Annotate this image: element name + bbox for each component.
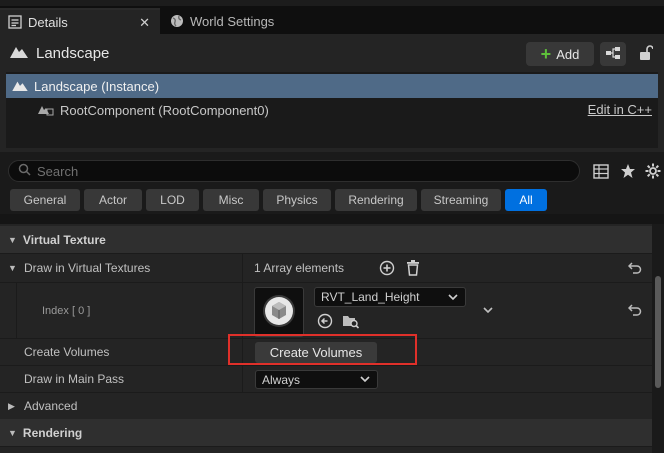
component-tree: Landscape (Instance) RootComponent (Root… [6, 72, 658, 148]
chevron-down-icon [359, 373, 371, 388]
tab-world-settings-label: World Settings [190, 13, 275, 29]
details-header: Landscape + Add Landscape (Instance) Roo… [0, 34, 664, 152]
component-instance-label: Landscape (Instance) [34, 78, 160, 94]
filter-all[interactable]: All [505, 189, 547, 211]
indent-guide [16, 283, 17, 338]
row-draw-in-main-pass: Draw in Main Pass Always [0, 365, 652, 392]
expand-chevron-icon[interactable] [479, 301, 497, 319]
array-count: 1 Array elements [254, 261, 345, 275]
reset-icon[interactable] [626, 259, 644, 277]
row-index-0: Index [ 0 ] RVT_Land_Height [0, 282, 652, 338]
browse-folder-icon[interactable] [342, 312, 360, 330]
filter-bar: General Actor LOD Misc Physics Rendering… [10, 189, 547, 211]
tab-world-settings[interactable]: World Settings [162, 8, 312, 34]
row-advanced[interactable]: ▶ Advanced [0, 392, 652, 419]
filter-physics[interactable]: Physics [263, 189, 331, 211]
trash-icon[interactable] [404, 259, 422, 277]
expanded-arrow-icon[interactable]: ▼ [8, 254, 17, 282]
highlight-box [228, 334, 417, 365]
globe-icon [170, 14, 184, 28]
column-splitter[interactable] [242, 283, 243, 338]
draw-main-pass-label: Draw in Main Pass [24, 372, 125, 386]
actor-title: Landscape [10, 44, 109, 62]
asset-thumbnail[interactable] [254, 287, 304, 337]
chevron-down-icon [447, 291, 459, 306]
filter-general[interactable]: General [10, 189, 80, 211]
actor-name: Landscape [36, 44, 110, 62]
blueprint-icon [605, 46, 621, 63]
advanced-label: Advanced [24, 399, 78, 413]
filter-rendering[interactable]: Rendering [335, 189, 417, 211]
search-icon [18, 163, 31, 179]
add-component-button[interactable]: + Add [526, 42, 594, 66]
tab-details[interactable]: Details ✕ [0, 8, 160, 34]
component-row-root[interactable]: RootComponent (RootComponent0) Edit in C… [6, 98, 658, 122]
asset-name: RVT_Land_Height [321, 290, 420, 304]
index-label: Index [ 0 ] [42, 304, 91, 317]
scrollbar[interactable] [652, 224, 664, 453]
column-splitter[interactable] [242, 366, 243, 392]
search-area: Search General Actor LOD Misc Physics Re… [0, 152, 664, 214]
category-rendering[interactable]: ▼ Rendering [0, 419, 652, 446]
scene-component-icon [38, 102, 54, 119]
tab-details-label: Details [28, 14, 68, 30]
unlock-icon [639, 44, 654, 64]
lock-button[interactable] [636, 44, 656, 64]
details-icon [8, 15, 22, 29]
draw-in-vt-label: Draw in Virtual Textures [24, 261, 151, 275]
star-icon[interactable] [619, 162, 637, 180]
filter-misc[interactable]: Misc [203, 189, 259, 211]
texture-asset-icon [262, 294, 296, 331]
create-volumes-label: Create Volumes [24, 345, 110, 359]
add-label: Add [556, 46, 580, 62]
component-root-label: RootComponent (RootComponent0) [60, 102, 269, 118]
search-placeholder: Search [37, 163, 79, 179]
expanded-arrow-icon: ▼ [8, 427, 17, 438]
add-element-icon[interactable] [378, 259, 396, 277]
collapsed-arrow-icon: ▶ [8, 400, 15, 411]
landscape-icon [12, 79, 28, 94]
gear-icon[interactable] [644, 162, 662, 180]
column-splitter[interactable] [242, 254, 243, 282]
row-partial [0, 446, 652, 453]
filter-streaming[interactable]: Streaming [421, 189, 501, 211]
draw-main-pass-select[interactable]: Always [255, 370, 378, 389]
draw-main-pass-value: Always [262, 372, 301, 387]
row-draw-in-virtual-textures: ▼ Draw in Virtual Textures 1 Array eleme… [0, 253, 652, 282]
plus-icon: + [540, 44, 552, 64]
reset-icon[interactable] [626, 301, 644, 319]
tab-bar-strip [0, 0, 664, 6]
category-rendering-label: Rendering [22, 425, 83, 440]
table-view-icon[interactable] [592, 162, 610, 180]
scrollbar-thumb[interactable] [655, 276, 661, 388]
edit-in-cpp-link[interactable]: Edit in C++ [588, 102, 652, 117]
filter-actor[interactable]: Actor [84, 189, 142, 211]
landscape-icon [10, 44, 28, 62]
use-selected-icon[interactable] [316, 312, 334, 330]
expanded-arrow-icon: ▼ [8, 234, 17, 245]
filter-lod[interactable]: LOD [146, 189, 199, 211]
blueprint-button[interactable] [600, 42, 626, 66]
component-row-instance[interactable]: Landscape (Instance) [6, 74, 658, 98]
category-virtual-texture[interactable]: ▼ Virtual Texture [0, 226, 652, 253]
asset-picker-combo[interactable]: RVT_Land_Height [314, 287, 466, 307]
category-virtual-texture-label: Virtual Texture [22, 232, 106, 247]
tab-bar: Details ✕ World Settings [0, 0, 664, 34]
close-icon[interactable]: ✕ [139, 15, 150, 31]
search-input[interactable]: Search [8, 160, 580, 182]
